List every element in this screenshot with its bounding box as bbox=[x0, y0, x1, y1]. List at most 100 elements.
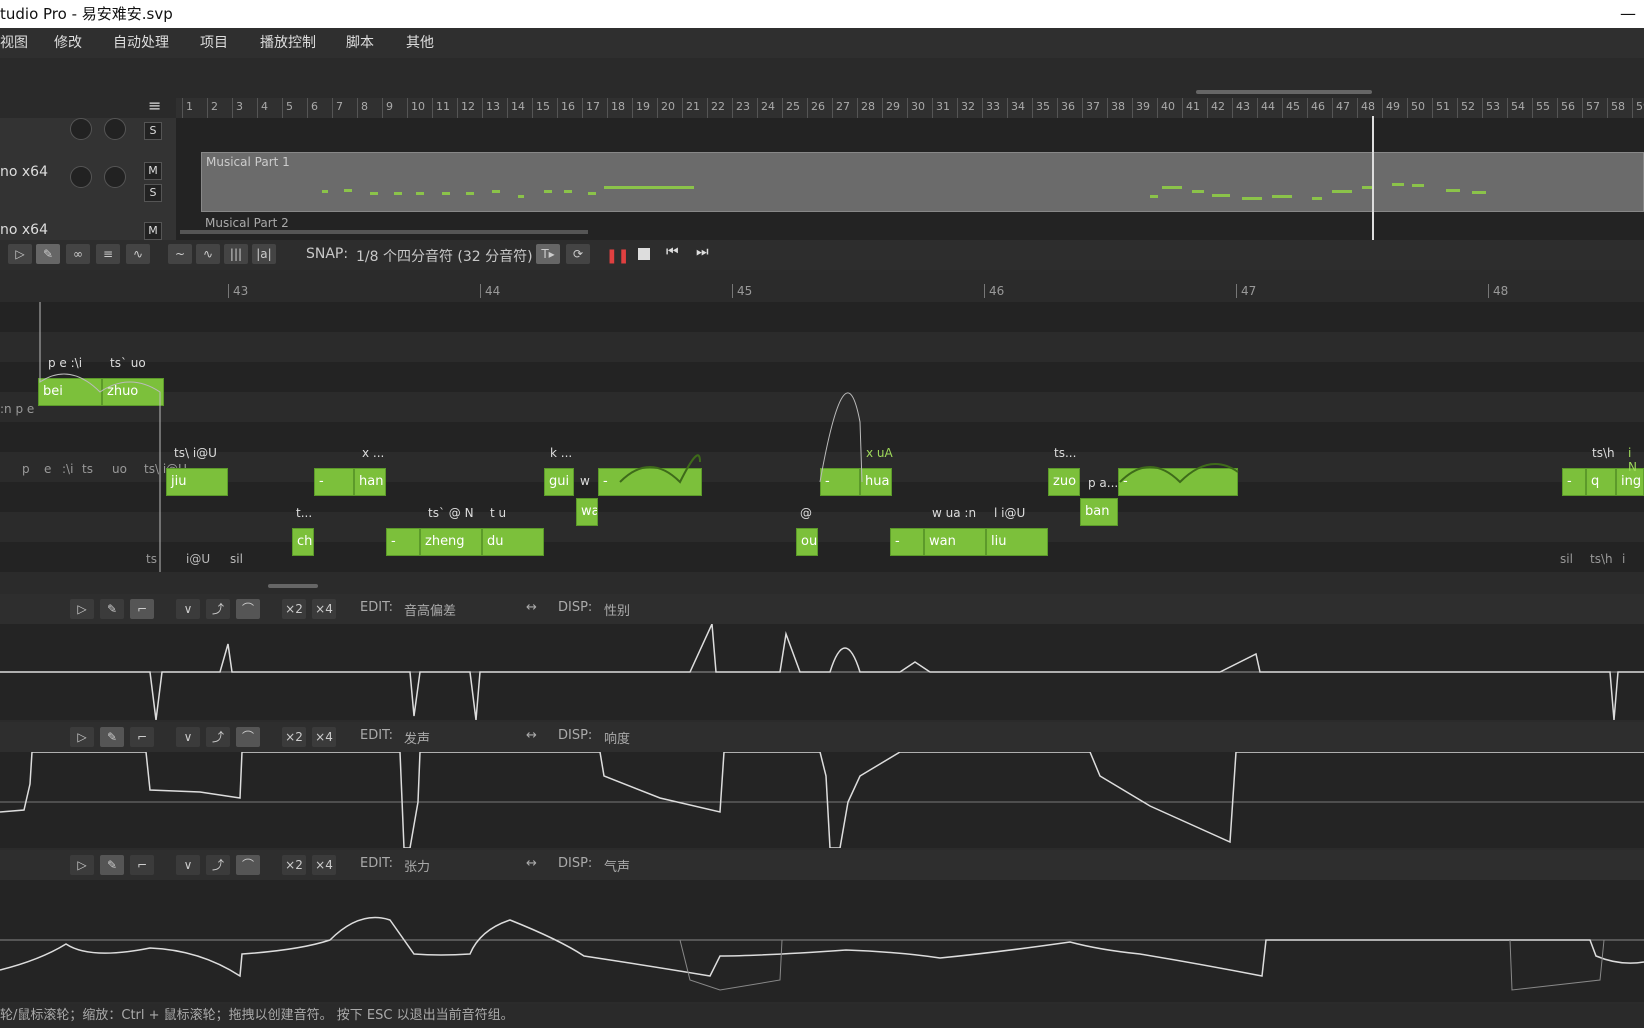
ruler-number: 4 bbox=[261, 100, 268, 113]
arch-icon[interactable]: ⌒ bbox=[236, 727, 260, 747]
x4-button[interactable]: ×4 bbox=[312, 599, 336, 619]
ruler-tick bbox=[582, 98, 583, 118]
swap-icon[interactable]: ↔ bbox=[526, 728, 537, 743]
swap-icon[interactable]: ↔ bbox=[526, 600, 537, 615]
part-scrollbar[interactable] bbox=[180, 230, 588, 234]
menu-auto[interactable]: 自动处理 bbox=[113, 28, 169, 58]
swap-icon[interactable]: ↔ bbox=[526, 856, 537, 871]
minimize-button[interactable]: — bbox=[1620, 0, 1636, 28]
edit-param-select[interactable]: 张力 bbox=[404, 856, 430, 875]
ruler-number: 13 bbox=[486, 100, 500, 113]
pointer-tool-icon[interactable]: ▷ bbox=[70, 599, 94, 619]
volume-knob-icon[interactable] bbox=[70, 166, 92, 188]
ruler-tick bbox=[1632, 98, 1633, 118]
param-curve-tension bbox=[0, 916, 1644, 991]
line-tool-icon[interactable]: ⌐ bbox=[130, 727, 154, 747]
pan-knob-icon[interactable] bbox=[104, 166, 126, 188]
ruler-tick bbox=[357, 98, 358, 118]
solo-button[interactable]: S bbox=[144, 122, 162, 140]
ruler-number: 39 bbox=[1136, 100, 1150, 113]
next-icon[interactable]: ⏭ bbox=[696, 244, 709, 260]
line-tool-icon[interactable]: ⌐ bbox=[130, 599, 154, 619]
disp-param-select[interactable]: 性别 bbox=[604, 600, 630, 619]
ruler-tick bbox=[1157, 98, 1158, 118]
param-pane-voicing[interactable] bbox=[0, 752, 1644, 848]
ruler-tick bbox=[457, 98, 458, 118]
edit-param-select[interactable]: 发声 bbox=[404, 728, 430, 747]
track-ruler[interactable]: 1 2 3 4 5 6 7 8 9 10 11 12 13 14 15 16 17 18 19 20 21 22 23 24 2… bbox=[176, 98, 1644, 118]
link-tool-icon[interactable]: ∞ bbox=[66, 244, 90, 264]
prev-icon[interactable]: ⏮ bbox=[666, 244, 679, 260]
musical-part-2[interactable]: Musical Part 2 bbox=[205, 216, 289, 230]
pen-tool-icon[interactable]: ✎ bbox=[100, 855, 124, 875]
x2-button[interactable]: ×2 bbox=[282, 727, 306, 747]
mini-note bbox=[588, 192, 596, 195]
ruler-number: 52 bbox=[1461, 100, 1475, 113]
smooth-down-icon[interactable]: ∨ bbox=[176, 855, 200, 875]
ruler-number: 19 bbox=[636, 100, 650, 113]
solo-button[interactable]: S bbox=[144, 184, 162, 202]
menu-playback[interactable]: 播放控制 bbox=[260, 28, 316, 58]
track-lane[interactable]: Musical Part 1 Musical Part 2 bbox=[176, 116, 1644, 240]
pointer-tool-icon[interactable]: ▷ bbox=[8, 244, 32, 264]
line-tool-icon[interactable]: ⌐ bbox=[130, 855, 154, 875]
bar-ruler[interactable]: 43 44 45 46 47 48 bbox=[0, 282, 1644, 302]
pan-knob-icon[interactable] bbox=[104, 118, 126, 140]
ruler-number: 51 bbox=[1436, 100, 1450, 113]
smooth-down-icon[interactable]: ∨ bbox=[176, 727, 200, 747]
x4-button[interactable]: ×4 bbox=[312, 727, 336, 747]
playhead[interactable] bbox=[1372, 116, 1374, 240]
arch-icon[interactable]: ⌒ bbox=[236, 599, 260, 619]
pen-tool-icon[interactable]: ✎ bbox=[100, 727, 124, 747]
track-scrollbar[interactable] bbox=[1196, 90, 1372, 94]
x4-button[interactable]: ×4 bbox=[312, 855, 336, 875]
disp-param-select[interactable]: 响度 bbox=[604, 728, 630, 747]
arch-icon[interactable]: ⌒ bbox=[236, 855, 260, 875]
smooth-icon[interactable]: ⤴ bbox=[206, 599, 230, 619]
smooth-down-icon[interactable]: ∨ bbox=[176, 599, 200, 619]
menu-other[interactable]: 其他 bbox=[406, 28, 434, 58]
ruler-number: 45 bbox=[1286, 100, 1300, 113]
pen-tool-icon[interactable]: ✎ bbox=[100, 599, 124, 619]
curve-tool-icon[interactable]: ∿ bbox=[126, 244, 150, 264]
menu-modify[interactable]: 修改 bbox=[54, 28, 82, 58]
param-toolbar-3: ▷ ✎ ⌐ ∨ ⤴ ⌒ ×2 ×4 EDIT: 张力 ↔ DISP: 气声 bbox=[0, 850, 1644, 880]
ruler-tick bbox=[807, 98, 808, 118]
x2-button[interactable]: ×2 bbox=[282, 855, 306, 875]
smooth-icon[interactable]: ⤴ bbox=[206, 727, 230, 747]
ruler-number: 46 bbox=[1311, 100, 1325, 113]
ruler-tick bbox=[757, 98, 758, 118]
ruler-tick bbox=[857, 98, 858, 118]
pointer-tool-icon[interactable]: ▷ bbox=[70, 727, 94, 747]
ruler-tick bbox=[1257, 98, 1258, 118]
edit-param-select[interactable]: 音高偏差 bbox=[404, 600, 456, 619]
stop-icon[interactable] bbox=[638, 248, 650, 260]
pointer-tool-icon[interactable]: ▷ bbox=[70, 855, 94, 875]
menu-script[interactable]: 脚本 bbox=[346, 28, 374, 58]
waveform-icon[interactable]: ||| bbox=[224, 244, 248, 264]
x2-button[interactable]: ×2 bbox=[282, 599, 306, 619]
pause-icon[interactable]: ❚❚ bbox=[606, 248, 629, 264]
disp-param-select[interactable]: 气声 bbox=[604, 856, 630, 875]
vibrato-icon[interactable]: ∿ bbox=[196, 244, 220, 264]
volume-knob-icon[interactable] bbox=[70, 118, 92, 140]
lyric-icon[interactable]: |a| bbox=[252, 244, 276, 264]
roll-scrollbar[interactable] bbox=[268, 584, 318, 588]
param-pane-pitch[interactable] bbox=[0, 624, 1644, 720]
pitch-curve-icon[interactable]: ~ bbox=[168, 244, 192, 264]
musical-part-1[interactable]: Musical Part 1 bbox=[201, 152, 1644, 212]
menu-project[interactable]: 项目 bbox=[200, 28, 228, 58]
piano-roll[interactable]: :n p e p e :\i ts uo ts\ i@U ts i@U sil … bbox=[0, 302, 1644, 592]
menu-view[interactable]: 视图 bbox=[0, 28, 28, 58]
mute-button[interactable]: M bbox=[144, 162, 162, 180]
param-pane-tension[interactable] bbox=[0, 880, 1644, 1002]
hamburger-menu-icon[interactable]: ≡ bbox=[148, 96, 161, 115]
snap-select[interactable]: 1/8 个四分音符 (32 分音符) bbox=[356, 246, 533, 266]
pen-tool-icon[interactable]: ✎ bbox=[36, 244, 60, 264]
pitch-tool-icon[interactable]: ≡ bbox=[96, 244, 120, 264]
loop-icon[interactable]: ⟳ bbox=[566, 244, 590, 264]
mute-button[interactable]: M bbox=[144, 222, 162, 240]
smooth-icon[interactable]: ⤴ bbox=[206, 855, 230, 875]
auto-scroll-icon[interactable]: T▸ bbox=[536, 244, 560, 264]
ruler-tick bbox=[1282, 98, 1283, 118]
